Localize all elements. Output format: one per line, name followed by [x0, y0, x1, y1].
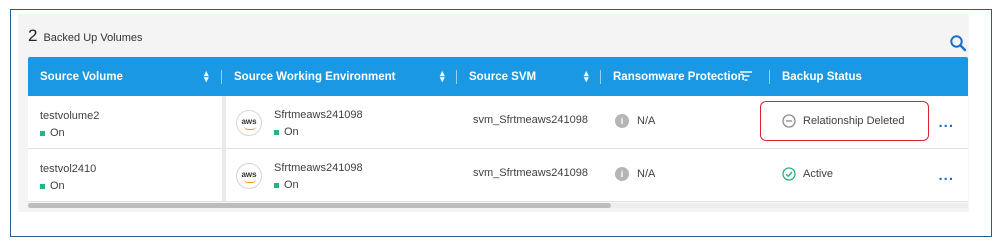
horizontal-scrollbar[interactable] — [28, 203, 968, 208]
search-icon[interactable] — [949, 34, 967, 52]
row-actions-button[interactable]: ... — [938, 114, 954, 131]
svm-cell: svm_Sfrtmeaws241098 — [457, 96, 601, 148]
status-dot-icon — [274, 129, 279, 135]
ransomware-value: N/A — [637, 115, 656, 127]
table-row[interactable]: testvol2410 On aws Sfrtmeaws241098 On sv… — [28, 149, 968, 202]
column-header-source-svm[interactable]: Source SVM ▴ ▾ — [457, 57, 601, 96]
volume-count: 2 — [28, 26, 38, 45]
volume-status: On — [40, 180, 65, 192]
status-dot-icon — [40, 183, 45, 189]
svm-name: svm_Sfrtmeaws241098 — [473, 114, 588, 126]
volumes-table: Source Volume ▴ ▾ Source Working Environm… — [28, 57, 968, 202]
volume-status: On — [40, 127, 65, 139]
scrollbar-thumb[interactable] — [28, 203, 611, 208]
volume-name: testvolume2 — [40, 110, 100, 122]
check-circle-icon — [782, 167, 796, 181]
aws-logo-icon: aws — [236, 110, 262, 136]
filter-icon[interactable] — [740, 71, 752, 81]
backup-status-cell: Active ... — [770, 149, 968, 201]
source-volume-cell: testvolume2 On — [28, 96, 222, 148]
aws-logo-icon: aws — [236, 163, 262, 189]
column-header-source-working-environment[interactable]: Source Working Environment ▴ ▾ — [222, 57, 457, 96]
status-badge: Active — [782, 167, 833, 181]
working-environment-cell: aws Sfrtmeaws241098 On — [222, 149, 457, 201]
info-icon[interactable]: i — [615, 114, 629, 128]
ransomware-value: N/A — [637, 168, 656, 180]
sort-icon[interactable]: ▴ ▾ — [204, 69, 209, 84]
table-header: Source Volume ▴ ▾ Source Working Environm… — [28, 57, 968, 96]
backed-up-volumes-header: 2 Backed Up Volumes — [28, 26, 143, 46]
environment-name: Sfrtmeaws241098 — [274, 162, 363, 174]
svm-cell: svm_Sfrtmeaws241098 — [457, 149, 601, 201]
status-dot-icon — [40, 130, 45, 136]
svm-name: svm_Sfrtmeaws241098 — [473, 167, 588, 179]
backup-status-cell: Relationship Deleted ... — [770, 96, 968, 148]
working-environment-cell: aws Sfrtmeaws241098 On — [222, 96, 457, 148]
row-actions-button[interactable]: ... — [938, 167, 954, 184]
ransomware-cell: i N/A — [601, 149, 770, 201]
info-icon[interactable]: i — [615, 167, 629, 181]
ransomware-cell: i N/A — [601, 96, 770, 148]
source-volume-cell: testvol2410 On — [28, 149, 222, 201]
minus-circle-icon — [782, 114, 796, 128]
environment-status: On — [274, 179, 299, 191]
column-header-backup-status[interactable]: Backup Status — [770, 57, 968, 96]
column-header-ransomware-protection[interactable]: Ransomware Protection — [601, 57, 770, 96]
status-dot-icon — [274, 182, 279, 188]
sort-icon[interactable]: ▴ ▾ — [584, 69, 589, 84]
sort-icon[interactable]: ▴ ▾ — [440, 69, 445, 84]
environment-status: On — [274, 126, 299, 138]
volume-name: testvol2410 — [40, 163, 97, 175]
column-header-source-volume[interactable]: Source Volume ▴ ▾ — [28, 57, 222, 96]
table-row[interactable]: testvolume2 On aws Sfrtmeaws241098 On sv… — [28, 96, 968, 149]
status-badge: Relationship Deleted — [782, 114, 905, 128]
volume-count-label: Backed Up Volumes — [43, 32, 143, 44]
environment-name: Sfrtmeaws241098 — [274, 109, 363, 121]
